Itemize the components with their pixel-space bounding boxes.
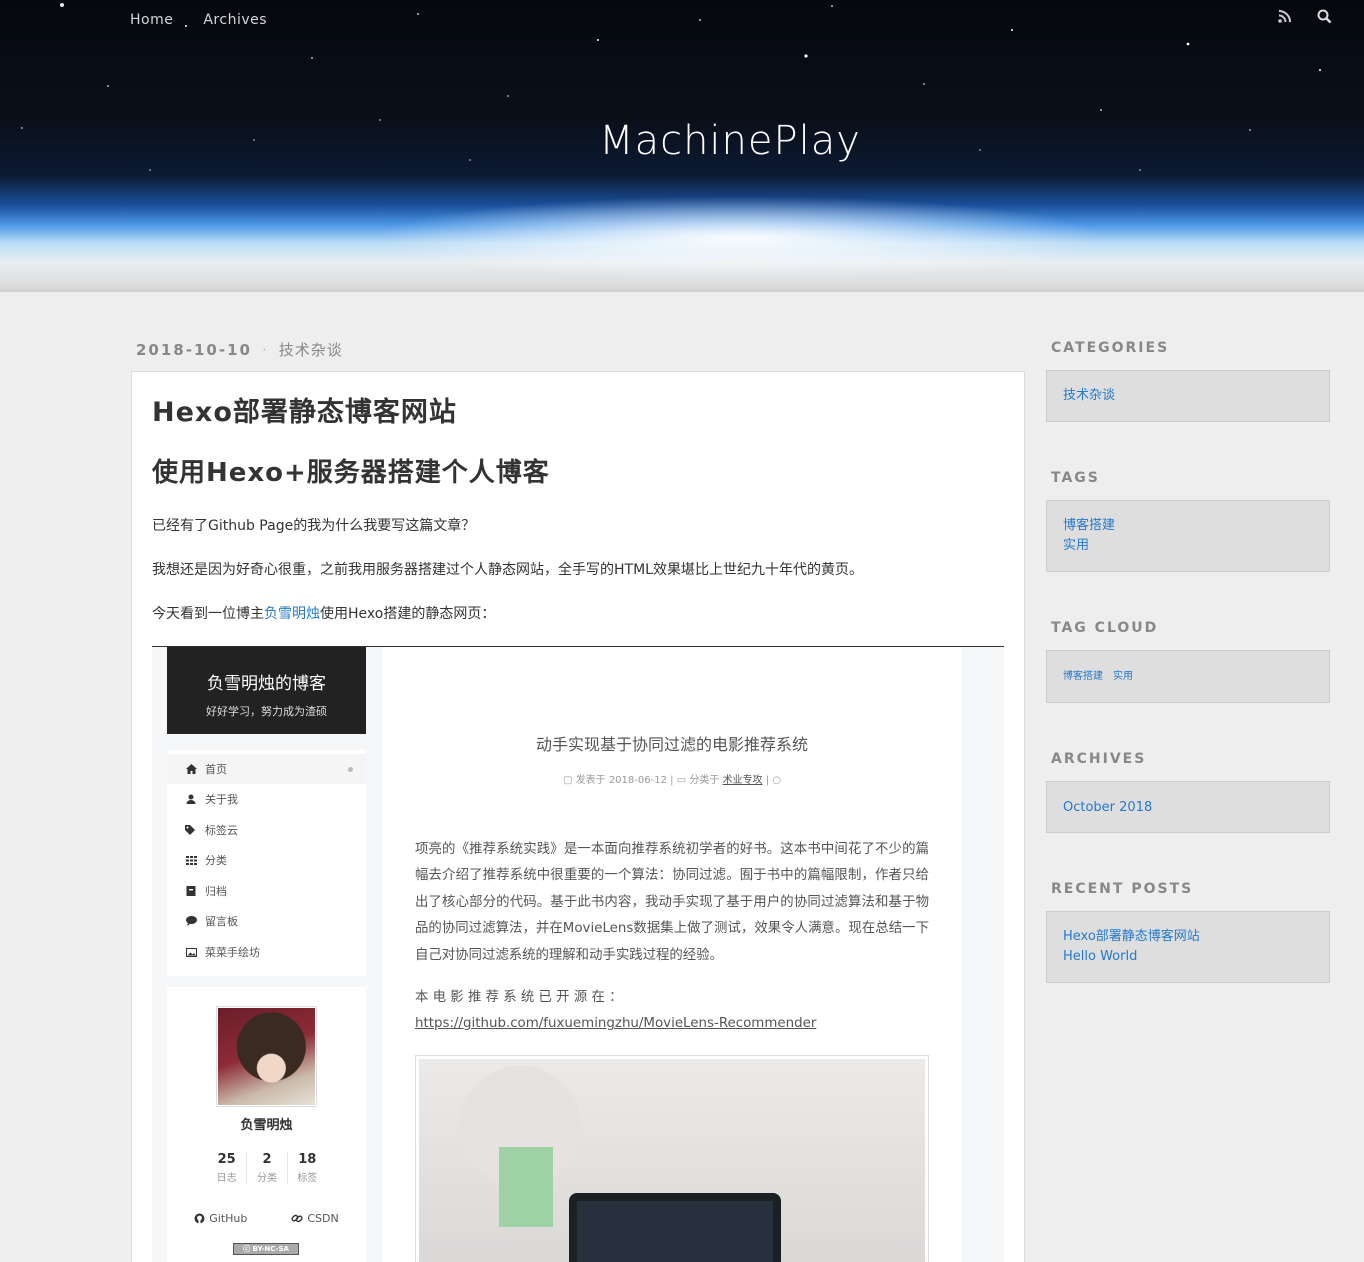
post-meta: 2018-10-10 · 技术杂谈 (136, 339, 343, 360)
home-icon (185, 763, 197, 775)
post-paragraph: 已经有了Github Page的我为什么我要写这篇文章？ (152, 518, 476, 534)
star-card-decoration (499, 1147, 553, 1227)
shot-menu-item-guestbook: 留言板 (167, 906, 366, 936)
category-link[interactable]: 技术杂谈 (1063, 386, 1313, 406)
shot-article-image (415, 1055, 929, 1262)
tagcloud-widget: 博客搭建 实用 (1046, 650, 1330, 703)
stat-posts: 25 日志 (216, 1152, 237, 1184)
tag-link[interactable]: 实用 (1063, 536, 1313, 556)
starfield-decoration (21, 3, 1321, 171)
site-header: Home Archives MachinePlay (0, 0, 1364, 292)
site-title[interactable]: MachinePlay (0, 118, 1364, 164)
shot-menu-label: 标签云 (205, 824, 238, 837)
shot-article-title: 动手实现基于协同过滤的电影推荐系统 (535, 735, 808, 754)
tags-title: TAGS (1051, 470, 1100, 486)
recent-posts-title: RECENT POSTS (1051, 881, 1194, 897)
comment-icon (185, 915, 197, 927)
stat-categories: 2 分类 (246, 1152, 286, 1184)
profile-name: 负雪明烛 (240, 1118, 293, 1133)
post-paragraph: 我想还是因为好奇心很重，之前我用服务器搭建过个人静态网站，全手写的HTML效果堪… (152, 562, 863, 578)
profile-links: GitHub CSDN (167, 1212, 366, 1225)
tagcloud-link[interactable]: 实用 (1113, 667, 1133, 687)
nav-home-link[interactable]: Home (130, 12, 173, 28)
shot-menu-label: 分类 (205, 854, 227, 867)
github-link: GitHub (194, 1212, 247, 1225)
shot-menu-item-about: 关于我 (167, 784, 366, 814)
shot-menu-item-drawings: 菜菜手绘坊 (167, 937, 366, 967)
shot-menu-item-tags: 标签云 (167, 815, 366, 845)
tagcloud-link[interactable]: 博客搭建 (1063, 667, 1103, 687)
shot-menu-item-archives: 归档 (167, 876, 366, 906)
cc-license-badge: ⓒ BY-NC-SA (233, 1243, 299, 1255)
meta-separator: · (261, 340, 269, 359)
archive-link[interactable]: October 2018 (1063, 798, 1313, 818)
paragraph-text: 使用Hexo搭建的静态网页： (320, 606, 496, 622)
post-paragraph: 今天看到一位博主负雪明烛使用Hexo搭建的静态网页： (152, 603, 495, 623)
active-dot-icon (348, 767, 353, 772)
categories-widget: 技术杂谈 (1046, 370, 1330, 422)
top-nav: Home Archives (130, 12, 267, 28)
shot-menu-item-categories: 分类 (167, 845, 366, 875)
archives-title: ARCHIVES (1051, 751, 1147, 767)
search-icon[interactable] (1317, 9, 1332, 24)
recent-posts-widget: Hexo部署静态博客网站 Hello World (1046, 911, 1330, 983)
shot-article-source: 本 电 影 推 荐 系 统 已 开 源 在 ： https://github.c… (415, 990, 817, 1032)
avatar (216, 1006, 317, 1107)
user-icon (185, 793, 197, 805)
shot-menu: 首页 关于我 标签云 分类 归档 留言板 菜菜手绘坊 (167, 750, 366, 976)
comment-icon: ○ (772, 775, 781, 786)
profile-stats: 25 日志 2 分类 18 标签 (207, 1152, 327, 1184)
calendar-icon: ▢ (563, 775, 573, 786)
shot-menu-label: 菜菜手绘坊 (205, 946, 260, 959)
rss-icon[interactable] (1278, 10, 1291, 23)
tags-widget: 博客搭建 实用 (1046, 500, 1330, 572)
tag-link[interactable]: 博客搭建 (1063, 516, 1313, 536)
link-icon (291, 1214, 303, 1223)
post-article: Hexo部署静态博客网站 使用Hexo+服务器搭建个人博客 已经有了Github… (131, 371, 1025, 1262)
shot-brand-title: 负雪明烛的博客 (207, 674, 326, 694)
blogger-link[interactable]: 负雪明烛 (264, 606, 320, 622)
folder-icon: ▭ (676, 775, 687, 786)
archive-icon (185, 885, 197, 897)
shot-menu-item-home: 首页 (167, 754, 366, 784)
github-icon (194, 1213, 205, 1224)
shot-article-meta: ▢ 发表于 2018-06-12 | ▭ 分类于 术业专攻 | ○ (563, 775, 781, 786)
shot-brand-subtitle: 好好学习，努力成为渣硕 (206, 705, 327, 718)
archives-widget: October 2018 (1046, 781, 1330, 833)
post-subtitle: 使用Hexo+服务器搭建个人博客 (152, 458, 550, 488)
shot-profile: 负雪明烛 25 日志 2 分类 18 标签 GitHub CSDN ⓒ BY-NC-S… (167, 987, 366, 1262)
shot-menu-label: 关于我 (205, 793, 238, 806)
embedded-screenshot: 负雪明烛的博客 好好学习，努力成为渣硕 首页 关于我 标签云 分类 归档 留言板… (152, 646, 1004, 1262)
post-category-link[interactable]: 技术杂谈 (279, 339, 343, 360)
top-nav-actions (1278, 9, 1332, 24)
shot-menu-label: 归档 (205, 885, 227, 898)
shot-article-body: 项亮的《推荐系统实践》是一本面向推荐系统初学者的好书。这本书中间花了不少的篇幅去… (415, 842, 929, 963)
grid-icon (185, 854, 197, 866)
laptop-decoration (569, 1193, 781, 1262)
shot-article: 动手实现基于协同过滤的电影推荐系统 ▢ 发表于 2018-06-12 | ▭ 分… (382, 647, 962, 1262)
post-date: 2018-10-10 (136, 340, 252, 359)
recent-post-link[interactable]: Hexo部署静态博客网站 (1063, 927, 1313, 947)
shot-menu-label: 留言板 (205, 915, 238, 928)
stat-tags: 18 标签 (286, 1152, 327, 1184)
recent-post-link[interactable]: Hello World (1063, 947, 1313, 967)
post-title: Hexo部署静态博客网站 (152, 397, 457, 428)
shot-menu-label: 首页 (205, 763, 227, 776)
shot-brand: 负雪明烛的博客 好好学习，努力成为渣硕 (167, 647, 366, 734)
tags-icon (185, 824, 197, 836)
paragraph-text: 今天看到一位博主 (152, 606, 264, 622)
tagcloud-title: TAG CLOUD (1051, 620, 1159, 636)
image-icon (185, 946, 197, 958)
csdn-link: CSDN (291, 1212, 339, 1225)
categories-title: CATEGORIES (1051, 340, 1170, 356)
nav-archives-link[interactable]: Archives (203, 12, 267, 28)
